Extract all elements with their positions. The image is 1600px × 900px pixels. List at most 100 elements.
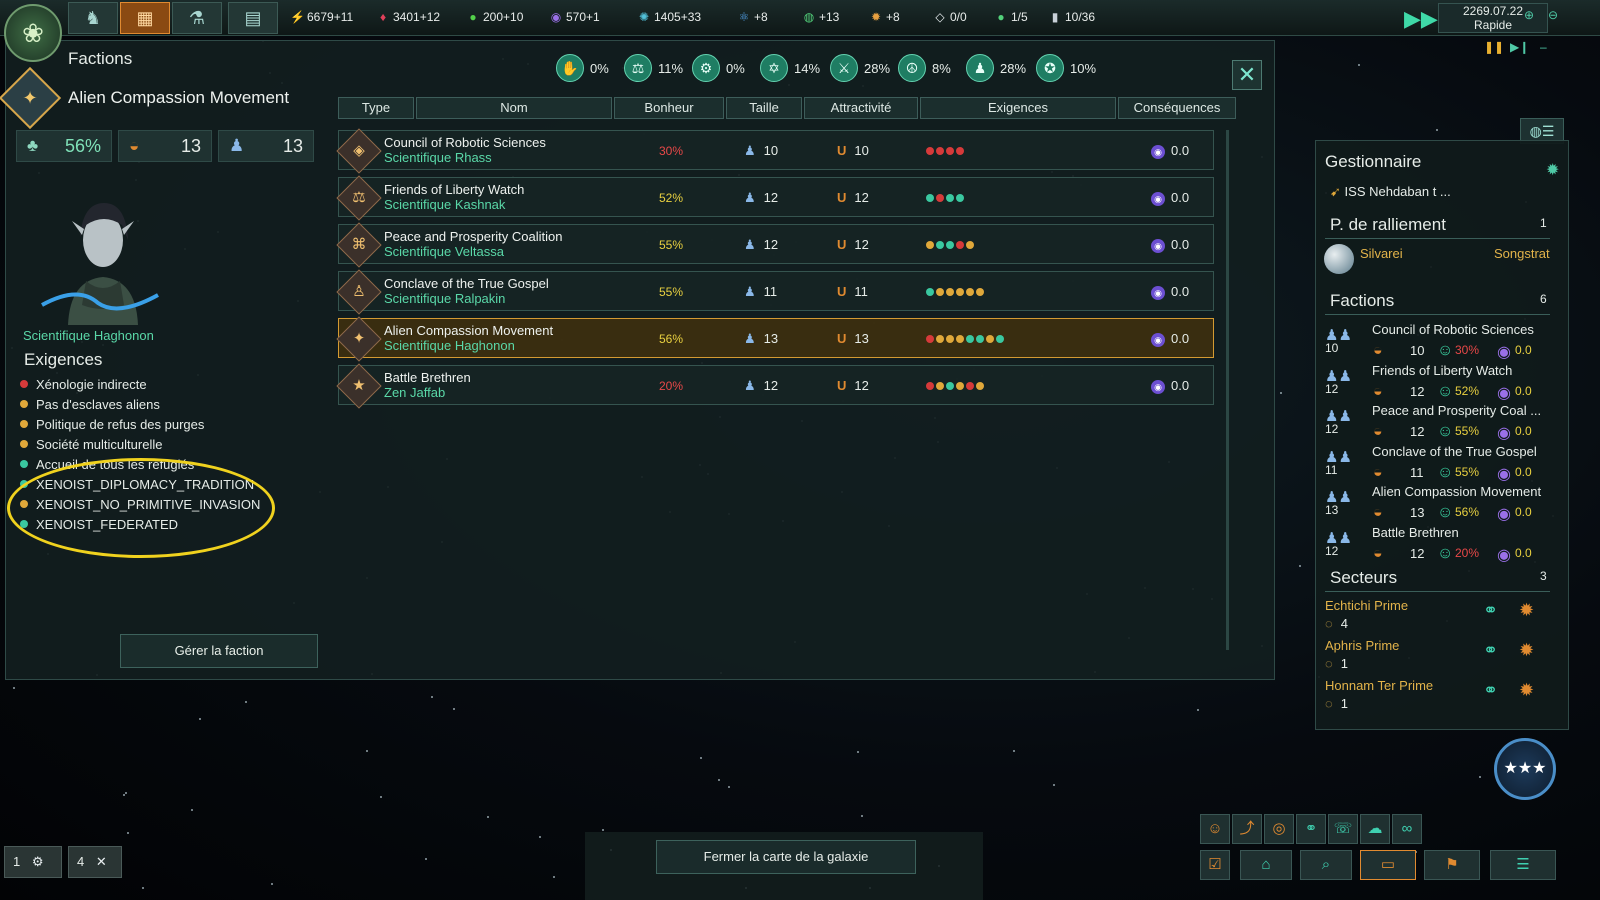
- ethic-share[interactable]: ☮ 8%: [898, 54, 951, 82]
- menu-icon[interactable]: ☰: [1490, 850, 1556, 880]
- outliner-sector[interactable]: Aphris Prime ◌ 1 ⚭ ✹: [1325, 638, 1560, 676]
- resource-value: +13: [819, 10, 840, 24]
- column-header[interactable]: Exigences: [920, 97, 1116, 119]
- resource-food[interactable]: ● 200+10: [466, 10, 523, 24]
- outliner-faction-consequence: 0.0: [1515, 505, 1532, 519]
- search-icon[interactable]: ⌕: [1300, 850, 1352, 880]
- target-icon[interactable]: ◎: [1264, 814, 1294, 844]
- minimize-icon[interactable]: –: [1540, 40, 1547, 54]
- pause-icon[interactable]: ❚❚: [1484, 40, 1504, 54]
- manage-faction-button[interactable]: Gérer la faction: [120, 634, 318, 668]
- sector-settings-icon[interactable]: ✹: [1519, 680, 1534, 701]
- federation-medal-icon[interactable]: ★★★: [1494, 738, 1556, 800]
- ship-icon: ➹: [1330, 184, 1341, 199]
- ethic-share[interactable]: ⚖ 11%: [624, 54, 683, 82]
- planets-counter-button[interactable]: 1 ⚙: [4, 846, 62, 878]
- checklist-icon[interactable]: ☑: [1200, 850, 1230, 880]
- link-map-icon[interactable]: ∞: [1392, 814, 1422, 844]
- hyperlane-icon[interactable]: ⤴: [1232, 814, 1262, 844]
- sector-edit-icon[interactable]: ⚭: [1483, 680, 1498, 701]
- size-value: 11: [763, 284, 778, 299]
- window-title: Factions: [68, 49, 133, 68]
- resource-minerals[interactable]: ♦ 3401+12: [376, 10, 440, 24]
- home-icon[interactable]: ⌂: [1240, 850, 1292, 880]
- sector-edit-icon[interactable]: ⚭: [1483, 640, 1498, 661]
- faction-happiness: 30%: [659, 144, 684, 158]
- resource-value: 200+10: [483, 10, 524, 24]
- table-scrollbar[interactable]: [1226, 130, 1229, 650]
- resource-physics[interactable]: ⚛ +8: [737, 10, 768, 24]
- resource-influence[interactable]: ◉ 570+1: [549, 10, 600, 24]
- ethic-share[interactable]: ⚙ 0%: [692, 54, 745, 82]
- outliner-faction[interactable]: ♟♟ Conclave of the True Gospel 11 ◒ 11 ☺ 55% ◉ 0…: [1325, 444, 1565, 484]
- situation-log-button[interactable]: ▦: [120, 2, 170, 34]
- settings-gear-icon[interactable]: ✹: [1546, 160, 1559, 180]
- research-button[interactable]: ⚗: [172, 2, 222, 34]
- step-icon[interactable]: ▶❙: [1510, 40, 1529, 54]
- resource-society[interactable]: ◍ +13: [802, 10, 840, 24]
- column-header[interactable]: Taille: [726, 97, 802, 119]
- column-header[interactable]: Attractivité: [804, 97, 918, 119]
- divider: [1325, 591, 1550, 592]
- faction-row[interactable]: ◈ Council of Robotic Sciences Scientifique…: [336, 128, 1214, 174]
- resource-strategic[interactable]: ◇ 0/0: [933, 10, 966, 24]
- resource-planets[interactable]: ● 1/5: [994, 10, 1027, 24]
- outliner-faction[interactable]: ♟♟ Council of Robotic Sciences 10 ◒ 10 ☺ 30% ◉ 0…: [1325, 322, 1565, 362]
- requirement-dots: [926, 147, 966, 155]
- faction-row[interactable]: ✦ Alien Compassion Movement Scientifique H…: [336, 316, 1214, 362]
- contacts-button[interactable]: ♞: [68, 2, 118, 34]
- ship-designer-button[interactable]: ▤: [228, 2, 278, 34]
- play-speed-icon[interactable]: ▶▶: [1404, 6, 1438, 32]
- resource-unity[interactable]: ✺ 1405+33: [637, 10, 701, 24]
- faction-row[interactable]: ⌘ Peace and Prosperity Coalition Scientifi…: [336, 222, 1214, 268]
- ethic-share[interactable]: ♟ 28%: [966, 54, 1026, 82]
- faction-row[interactable]: ⚖ Friends of Liberty Watch Scientifique Ka…: [336, 175, 1214, 221]
- resource-fleet[interactable]: ▮ 10/36: [1048, 10, 1095, 24]
- influence-icon: ◒: [1373, 504, 1383, 521]
- sector-edit-icon[interactable]: ⚭: [1483, 600, 1498, 621]
- ethic-share[interactable]: ✪ 10%: [1036, 54, 1096, 82]
- column-header[interactable]: Type: [338, 97, 414, 119]
- column-header[interactable]: Nom: [416, 97, 612, 119]
- outliner-faction[interactable]: ♟♟ Peace and Prosperity Coal ... 12 ◒ 12 ☺ 55%…: [1325, 403, 1565, 443]
- speed-up-icon[interactable]: ⊕: [1524, 8, 1534, 22]
- rally-system-right[interactable]: Songstrat: [1494, 246, 1550, 261]
- cloud-map-icon[interactable]: ☁: [1360, 814, 1390, 844]
- outliner-faction[interactable]: ♟♟ Battle Brethren 12 ◒ 12 ☺ 20% ◉ 0.0: [1325, 525, 1565, 565]
- monitor-icon[interactable]: ▭: [1360, 850, 1416, 880]
- comms-map-icon[interactable]: ☏: [1328, 814, 1358, 844]
- ethic-share[interactable]: ✋ 0%: [556, 54, 609, 82]
- diplomacy-map-icon[interactable]: ⚭: [1296, 814, 1326, 844]
- map-mode-icon[interactable]: ☺: [1200, 814, 1230, 844]
- sectors-heading: Secteurs: [1330, 568, 1398, 587]
- resource-engineering[interactable]: ✹ +8: [869, 10, 900, 24]
- close-galaxy-map-button[interactable]: Fermer la carte de la galaxie: [656, 840, 916, 874]
- column-header[interactable]: Bonheur: [614, 97, 724, 119]
- faction-happiness: 20%: [659, 379, 684, 393]
- faction-leader-name[interactable]: Scientifique Haghonon: [23, 328, 154, 343]
- outliner-faction[interactable]: ♟♟ Alien Compassion Movement 13 ◒ 13 ☺ 56% ◉ 0.0: [1325, 484, 1565, 524]
- requirement-dot-icon: [926, 241, 934, 249]
- faction-row[interactable]: ★ Battle Brethren Zen Jaffab 20% ♟ 12 U 12 ◉ 0.0: [336, 363, 1214, 409]
- outliner-sector[interactable]: Echtichi Prime ◌ 4 ⚭ ✹: [1325, 598, 1560, 636]
- ethic-share[interactable]: ✡ 14%: [760, 54, 820, 82]
- faction-row[interactable]: ♙ Conclave of the True Gospel Scientifique…: [336, 269, 1214, 315]
- empire-emblem-icon[interactable]: ❀: [4, 4, 62, 62]
- status-dot-icon: [20, 400, 28, 408]
- ethic-percent: 8%: [932, 60, 951, 76]
- outliner-faction[interactable]: ♟♟ Friends of Liberty Watch 12 ◒ 12 ☺ 52% ◉ 0.0: [1325, 363, 1565, 403]
- sector-settings-icon[interactable]: ✹: [1519, 640, 1534, 661]
- resource-energy[interactable]: ⚡ 6679+11: [290, 10, 353, 24]
- speed-down-icon[interactable]: ⊖: [1548, 8, 1558, 22]
- ship-entry[interactable]: ➹ ISS Nehdaban t ...: [1330, 184, 1451, 200]
- rally-system[interactable]: Silvarei: [1360, 246, 1403, 261]
- close-window-button[interactable]: ✕: [1232, 60, 1262, 90]
- column-header[interactable]: Conséquences: [1118, 97, 1236, 119]
- requirement-dot-icon: [946, 241, 954, 249]
- faction-attraction: U 10: [837, 143, 869, 158]
- ethic-share[interactable]: ⚔ 28%: [830, 54, 890, 82]
- sector-settings-icon[interactable]: ✹: [1519, 600, 1534, 621]
- outliner-sector[interactable]: Honnam Ter Prime ◌ 1 ⚭ ✹: [1325, 678, 1560, 716]
- construction-counter-button[interactable]: 4 ✕: [68, 846, 122, 878]
- flag-icon[interactable]: ⚑: [1424, 850, 1480, 880]
